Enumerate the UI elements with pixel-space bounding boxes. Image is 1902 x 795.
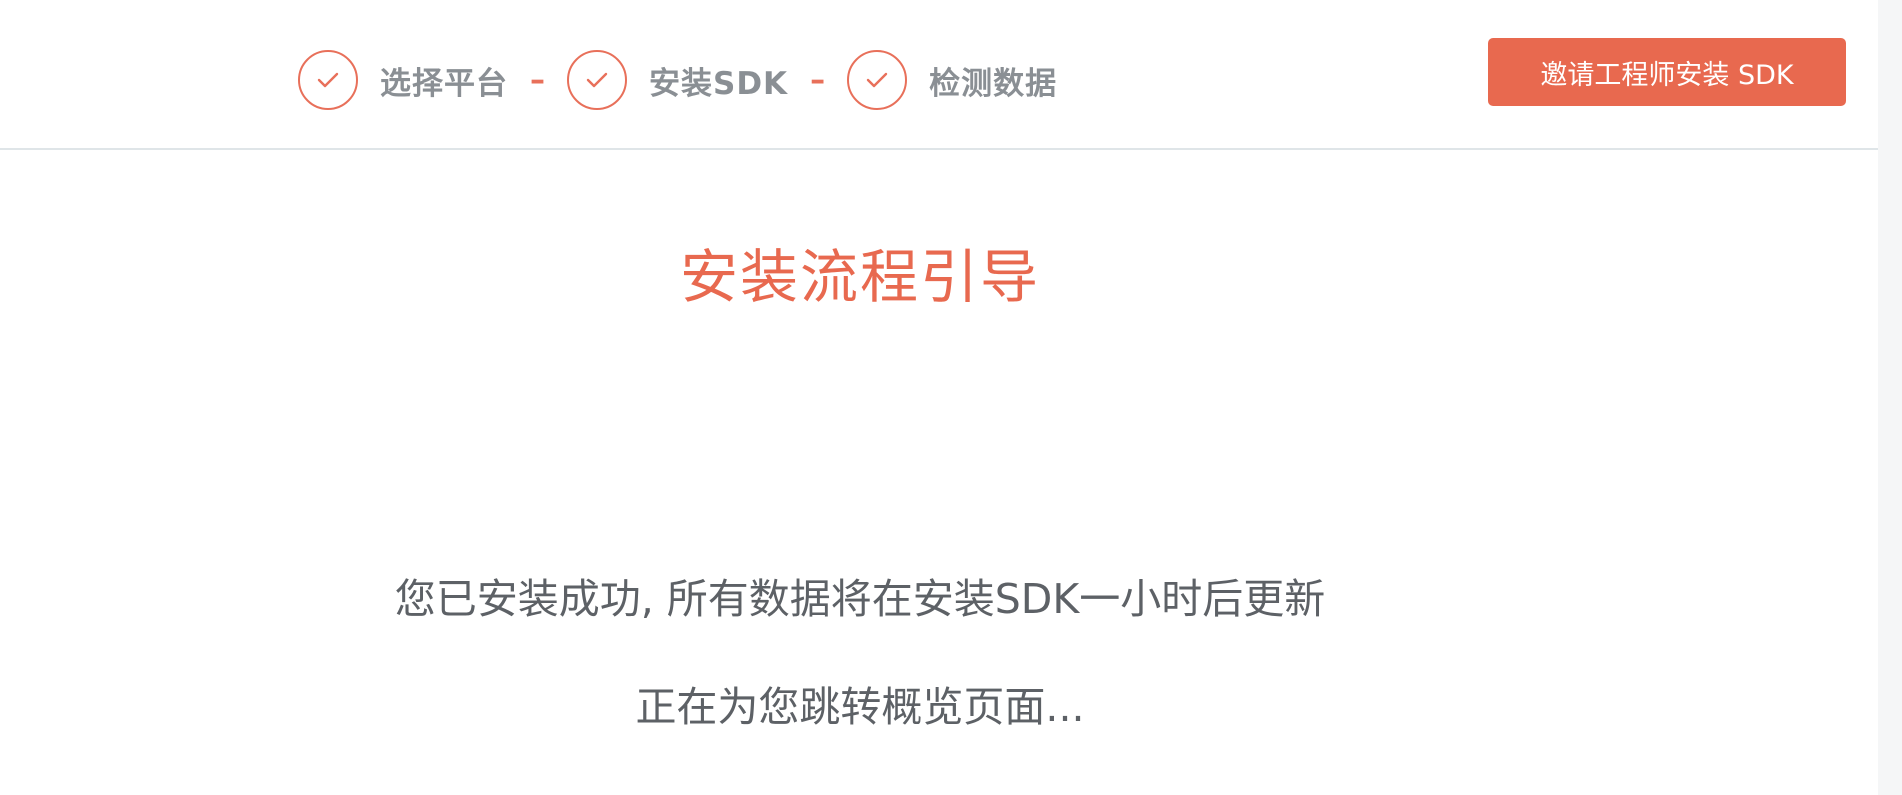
step-check-data[interactable]: 检测数据 bbox=[847, 50, 1057, 110]
step-select-platform[interactable]: 选择平台 bbox=[298, 50, 508, 110]
step-separator: – bbox=[530, 62, 545, 98]
check-circle-icon bbox=[847, 50, 908, 110]
step-install-sdk[interactable]: 安装SDK bbox=[567, 50, 788, 110]
install-guide-page: 选择平台 – 安装SDK – 检测数据 邀请工程师安装 SDK 安装流程引导 您… bbox=[0, 0, 1902, 795]
check-circle-icon bbox=[567, 50, 627, 110]
install-steps: 选择平台 – 安装SDK – 检测数据 bbox=[298, 48, 1057, 112]
check-circle-icon bbox=[298, 50, 358, 110]
scrollbar-track[interactable] bbox=[1878, 0, 1902, 795]
redirect-message: 正在为您跳转概览页面... bbox=[635, 683, 1085, 731]
invite-engineer-button[interactable]: 邀请工程师安装 SDK bbox=[1488, 38, 1846, 106]
top-bar: 选择平台 – 安装SDK – 检测数据 邀请工程师安装 SDK bbox=[0, 0, 1878, 150]
success-message: 您已安装成功, 所有数据将在安装SDK一小时后更新 bbox=[394, 575, 1326, 623]
page-title: 安装流程引导 bbox=[679, 243, 1040, 311]
step-label: 安装SDK bbox=[649, 65, 789, 102]
step-separator: – bbox=[810, 62, 826, 98]
step-label: 检测数据 bbox=[929, 65, 1058, 102]
step-label: 选择平台 bbox=[380, 65, 508, 102]
